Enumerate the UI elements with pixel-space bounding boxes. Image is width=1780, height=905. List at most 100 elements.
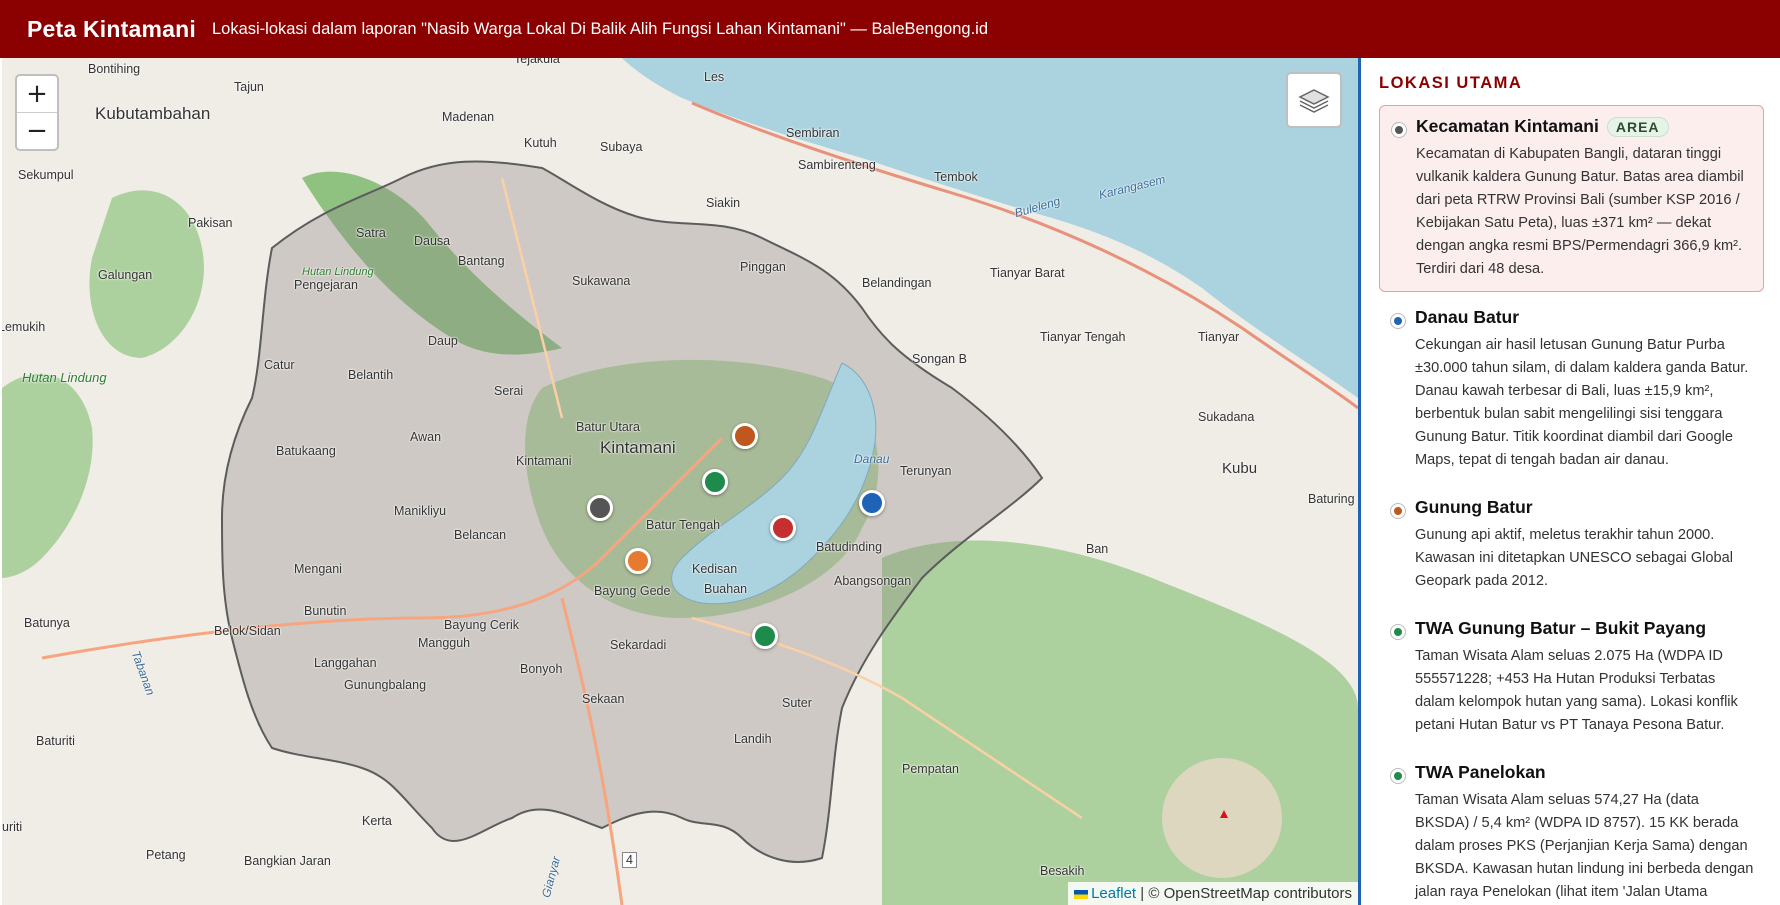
location-dot-icon xyxy=(1391,504,1405,518)
map-label: Petang xyxy=(146,848,186,862)
map-label: Pengejaran xyxy=(294,278,358,292)
map-label: Awan xyxy=(410,430,442,444)
map-label: Mangguh xyxy=(418,636,471,650)
map-label: Sekaan xyxy=(582,692,625,706)
map-label: Kedisan xyxy=(692,562,738,576)
map-label: Satra xyxy=(356,226,386,240)
location-item-kecamatan-kintamani[interactable]: Kecamatan Kintamani AREA Kecamatan di Kab… xyxy=(1379,105,1764,292)
gunung-batur-marker[interactable] xyxy=(732,423,758,449)
page-subtitle: Lokasi-lokasi dalam laporan "Nasib Warga… xyxy=(211,19,988,38)
map-label: Kintamani xyxy=(600,438,676,457)
app-header: Peta Kintamani Lokasi-lokasi dalam lapor… xyxy=(0,0,1780,58)
map-label: Baturiti xyxy=(36,734,75,748)
map-label: Baturing xyxy=(1308,492,1355,506)
forest-east xyxy=(882,540,1358,905)
map-label: Sukadana xyxy=(1198,410,1255,424)
location-description: Cekungan air hasil letusan Gunung Batur … xyxy=(1415,337,1749,468)
kintamani-area-marker[interactable] xyxy=(587,495,613,521)
map-label: Gunungbalang xyxy=(344,678,427,692)
leaflet-link[interactable]: Leaflet xyxy=(1091,885,1136,902)
map-label: Daup xyxy=(428,334,458,348)
zoom-control: + − xyxy=(15,74,59,151)
map-attribution: Leaflet | © OpenStreetMap contributors xyxy=(1068,882,1358,905)
osm-attribution: | © OpenStreetMap contributors xyxy=(1140,885,1352,902)
location-item-twa-panelokan[interactable]: TWA Panelokan Taman Wisata Alam seluas 5… xyxy=(1379,752,1764,905)
twa-bukit-payang-marker[interactable] xyxy=(702,469,728,495)
map-label: Suter xyxy=(782,696,812,710)
zoom-in-button[interactable]: + xyxy=(17,76,57,112)
location-item-gunung-batur[interactable]: Gunung Batur Gunung api aktif, meletus t… xyxy=(1379,487,1764,603)
map-label: Kubutambahan xyxy=(95,104,211,123)
map-label: Pakisan xyxy=(188,216,233,230)
map-label: Buahan xyxy=(704,582,748,596)
map-label: Tembok xyxy=(934,170,978,184)
location-dot-icon xyxy=(1391,314,1405,328)
location-dot-icon xyxy=(1392,123,1406,137)
map-label: Dausa xyxy=(414,234,451,248)
red-marker[interactable] xyxy=(770,515,796,541)
map-label: Ban xyxy=(1086,542,1109,556)
map-label: Bayung Gede xyxy=(594,584,671,598)
map-label: Kintamani xyxy=(516,454,572,468)
map-label: Belancan xyxy=(454,528,507,542)
location-description: Gunung api aktif, meletus terakhir tahun… xyxy=(1415,527,1733,589)
map-label: Tianyar Tengah xyxy=(1040,330,1126,344)
orange-marker[interactable] xyxy=(625,548,651,574)
area-badge: AREA xyxy=(1606,117,1669,137)
danau-batur-marker[interactable] xyxy=(859,490,885,516)
location-description: Taman Wisata Alam seluas 574,27 Ha (data… xyxy=(1415,792,1754,900)
map-label: Langgahan xyxy=(314,656,377,670)
map-label: Batukaang xyxy=(276,444,336,458)
location-title: Gunung Batur xyxy=(1415,497,1533,517)
layers-button[interactable] xyxy=(1286,72,1342,128)
location-description: Taman Wisata Alam seluas 2.075 Ha (WDPA … xyxy=(1415,648,1738,733)
location-title: TWA Gunung Batur – Bukit Payang xyxy=(1415,618,1707,638)
map-label: Catur xyxy=(264,358,295,372)
map-label: Bunutin xyxy=(304,604,347,618)
map-label: Besakih xyxy=(1040,864,1085,878)
map-label: Mengani xyxy=(294,562,342,576)
map-label: Belantih xyxy=(348,368,394,382)
map-label: Belok/Sidan xyxy=(214,624,281,638)
location-description: Kecamatan di Kabupaten Bangli, dataran t… xyxy=(1416,146,1744,277)
map-label: Landih xyxy=(734,732,772,746)
forest-west xyxy=(2,373,93,578)
map-label: Sambirenteng xyxy=(798,158,876,172)
map-label: Batur Tengah xyxy=(646,518,721,532)
map-label: Manikliyu xyxy=(394,504,447,518)
zoom-out-button[interactable]: − xyxy=(17,112,57,149)
map-label: Galungan xyxy=(98,268,153,282)
map-label: Bayung Cerik xyxy=(444,618,520,632)
map-label: Batur Utara xyxy=(576,420,640,434)
map-label: Danau xyxy=(854,452,890,466)
sidebar: LOKASI UTAMA Kecamatan Kintamani AREA Kec… xyxy=(1358,58,1780,905)
map-label: Les xyxy=(704,70,725,84)
map-label: Abangsongan xyxy=(834,574,912,588)
map-label: Subaya xyxy=(600,140,643,154)
layers-icon xyxy=(1298,89,1330,113)
map-label: Pempatan xyxy=(902,762,959,776)
map-label: Terunyan xyxy=(900,464,952,478)
location-dot-icon xyxy=(1391,769,1405,783)
map-label: Tejakula xyxy=(514,58,560,66)
map-label: Hutan Lindung xyxy=(302,266,374,278)
map-label: Bontihing xyxy=(88,62,141,76)
map-label: uriti xyxy=(2,820,23,834)
map-label: Kerta xyxy=(362,814,392,828)
map-label: Hutan Lindung xyxy=(22,370,107,385)
twa-panelokan-marker[interactable] xyxy=(752,623,778,649)
map-label: Belandingan xyxy=(862,276,932,290)
map-label: Tianyar xyxy=(1198,330,1240,344)
map-label: Lemukih xyxy=(2,320,46,334)
map-view[interactable]: Tejakula Bontihing Tajun Les Kubutambaha… xyxy=(2,58,1358,905)
location-item-twa-bukit-payang[interactable]: TWA Gunung Batur – Bukit Payang Taman Wi… xyxy=(1379,608,1764,747)
map-label: Bangkian Jaran xyxy=(244,854,331,868)
page-title: Peta Kintamani xyxy=(27,15,196,42)
map-label: Batunya xyxy=(24,616,70,630)
location-item-danau-batur[interactable]: Danau Batur Cekungan air hasil letusan G… xyxy=(1379,297,1764,482)
location-title: TWA Panelokan xyxy=(1415,762,1546,782)
location-title: Danau Batur xyxy=(1415,307,1520,327)
map-label: Sekardadi xyxy=(610,638,667,652)
map-label: Bantang xyxy=(458,254,505,268)
map-label: Tianyar Barat xyxy=(990,266,1065,280)
